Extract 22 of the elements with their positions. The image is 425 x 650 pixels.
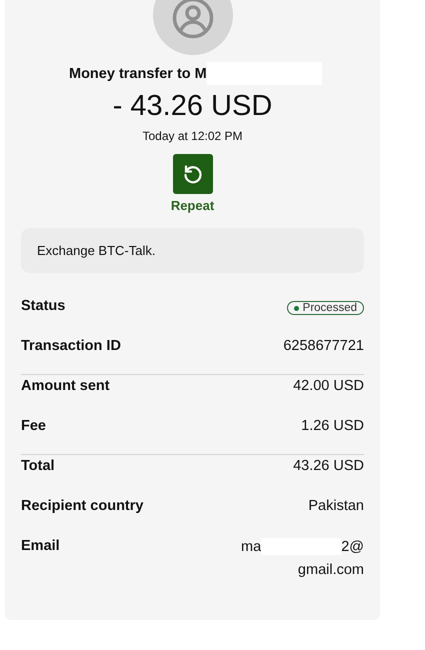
- detail-label: Email: [21, 538, 60, 554]
- email-value: ma: [241, 538, 262, 554]
- detail-label: Total: [21, 458, 55, 474]
- detail-value: 43.26 USD: [293, 458, 364, 474]
- repeat-button[interactable]: [172, 154, 212, 194]
- detail-label: Fee: [21, 418, 46, 434]
- detail-label: Status: [21, 298, 66, 314]
- amount: - 43.26 USD: [112, 90, 272, 123]
- status-badge: Processed: [286, 301, 364, 315]
- transfer-title: Money transfer to M: [69, 66, 207, 82]
- detail-value: 42.00 USD: [293, 378, 364, 394]
- timestamp: Today at 12:02 PM: [142, 129, 243, 143]
- detail-value: Pakistan: [308, 498, 364, 514]
- repeat-label[interactable]: Repeat: [170, 198, 214, 213]
- email-value: gmail.com: [298, 562, 364, 578]
- detail-label: Recipient country: [21, 498, 144, 514]
- detail-label: Amount sent: [21, 378, 110, 394]
- detail-value: 1.26 USD: [301, 418, 364, 434]
- note: Exchange BTC-Talk.: [21, 228, 364, 273]
- email-value: 2@: [341, 538, 364, 554]
- detail-label: Transaction ID: [21, 338, 121, 354]
- detail-value: 6258677721: [283, 338, 364, 354]
